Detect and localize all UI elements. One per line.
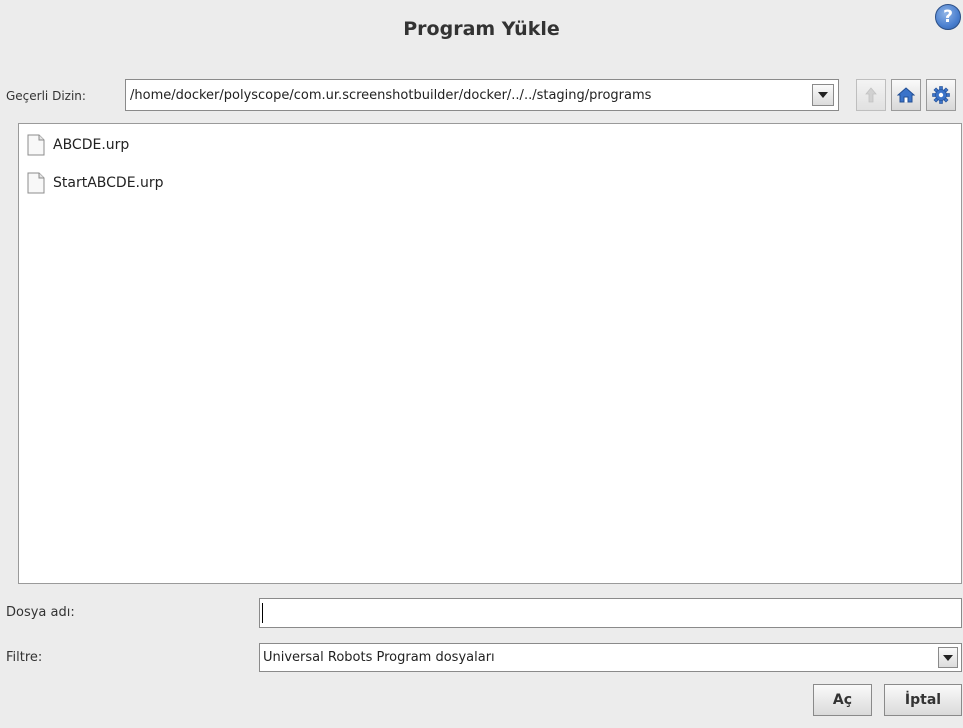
filename-label: Dosya adı: (6, 605, 75, 620)
arrow-up-icon (865, 87, 877, 103)
parent-directory-button[interactable] (856, 79, 886, 111)
file-name: ABCDE.urp (53, 137, 130, 153)
dialog-title: Program Yükle (403, 18, 560, 40)
home-directory-button[interactable] (891, 79, 921, 111)
filename-input[interactable] (259, 598, 962, 628)
gear-icon (932, 86, 950, 104)
file-item-startabcde[interactable]: StartABCDE.urp (27, 170, 164, 196)
open-button[interactable]: Aç (813, 684, 872, 716)
file-item-abcde[interactable]: ABCDE.urp (27, 132, 129, 158)
file-icon (27, 172, 45, 194)
help-button[interactable]: ? (935, 4, 961, 30)
current-directory-value: /home/docker/polyscope/com.ur.screenshot… (130, 87, 652, 103)
cancel-button[interactable]: İptal (884, 684, 962, 716)
file-icon (27, 134, 45, 156)
current-directory-label: Geçerli Dizin: (6, 89, 86, 103)
settings-button[interactable] (926, 79, 956, 111)
current-directory-combobox[interactable]: /home/docker/polyscope/com.ur.screenshot… (125, 79, 839, 111)
filter-combobox[interactable]: Universal Robots Program dosyaları (259, 643, 962, 672)
home-icon (897, 87, 915, 103)
text-caret (262, 603, 263, 623)
filter-label: Filtre: (6, 650, 43, 665)
chevron-down-icon[interactable] (812, 84, 834, 106)
chevron-down-icon[interactable] (938, 647, 958, 668)
file-name: StartABCDE.urp (53, 175, 164, 191)
help-icon: ? (943, 7, 953, 27)
filter-value: Universal Robots Program dosyaları (263, 650, 495, 665)
file-list[interactable]: ABCDE.urp StartABCDE.urp (18, 123, 962, 584)
